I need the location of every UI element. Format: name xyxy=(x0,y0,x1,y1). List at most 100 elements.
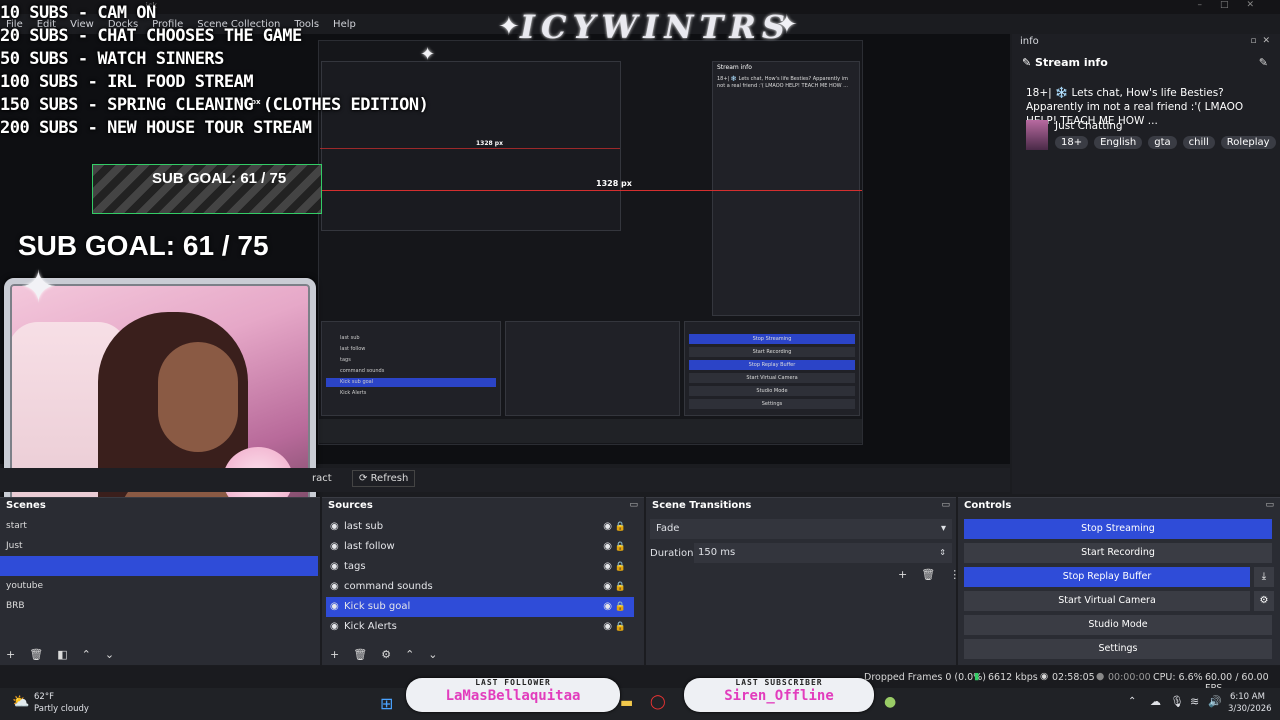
lock-icon[interactable]: 🔒 xyxy=(615,557,626,577)
windows-start-icon[interactable]: ⊞ xyxy=(380,694,393,713)
cpu-usage: CPU: 6.6% xyxy=(1153,672,1203,683)
scene-item-selected[interactable] xyxy=(0,556,318,576)
lock-icon[interactable]: 🔒 xyxy=(615,517,626,537)
visibility-icon[interactable]: ◉ xyxy=(603,617,612,637)
source-item[interactable]: ◉ tags ◉ 🔒 xyxy=(326,557,634,577)
transition-toolbar: + 🗑 ⋮ xyxy=(898,568,960,581)
visibility-icon[interactable]: ◉ xyxy=(603,517,612,537)
source-item[interactable]: ◉ last sub ◉ 🔒 xyxy=(326,517,634,537)
sources-toolbar: + 🗑 ⚙ ⌃ ⌄ xyxy=(330,648,438,661)
add-icon[interactable]: + xyxy=(330,648,339,661)
lock-icon[interactable]: 🔒 xyxy=(615,537,626,557)
last-follower-badge: LAST FOLLOWER LaMasBellaquitaa xyxy=(406,678,620,712)
visibility-icon[interactable]: ◉ xyxy=(603,577,612,597)
add-icon[interactable]: + xyxy=(6,648,15,661)
source-label: Kick sub goal xyxy=(344,601,411,612)
scene-item[interactable]: start xyxy=(0,516,318,536)
ruler-line-small xyxy=(320,148,620,149)
lock-icon[interactable]: 🔒 xyxy=(615,617,626,637)
trash-icon[interactable]: 🗑 xyxy=(353,648,367,661)
source-label: last sub xyxy=(344,521,384,532)
duration-label: Duration xyxy=(650,548,694,559)
down-icon[interactable]: ⌄ xyxy=(105,648,114,661)
transition-select[interactable]: Fade ▾ xyxy=(650,519,952,539)
refresh-button[interactable]: ⟳ Refresh xyxy=(352,470,416,487)
goal-line: 50 SUBS - WATCH SINNERS xyxy=(0,49,224,69)
ruler-label-small: 1328 px xyxy=(476,140,503,147)
stream-info-title: ✎ Stream info xyxy=(1022,56,1108,69)
panel-float-icon[interactable]: ▭ xyxy=(941,500,950,510)
window-controls[interactable]: –□✕ xyxy=(1197,0,1272,10)
stop-streaming-button[interactable]: Stop Streaming xyxy=(964,519,1272,539)
spinner-icon[interactable]: ⇕ xyxy=(939,543,946,563)
status-bar: Dropped Frames 0 (0.0%) ▮ 6612 kbps ◉ 02… xyxy=(0,666,1280,694)
scenes-panel: Scenes start Just youtube BRB + 🗑 ◧ ⌃ ⌄ xyxy=(0,497,320,665)
studio-mode-button[interactable]: Studio Mode xyxy=(964,615,1272,635)
last-subscriber-badge: LAST SUBSCRIBER Siren_Offline xyxy=(684,678,874,712)
tag: 18+ xyxy=(1055,136,1089,149)
nested-statusbar xyxy=(319,419,862,443)
nested-info-title: Stream info xyxy=(717,64,752,71)
tag: English xyxy=(1094,136,1143,149)
source-item[interactable]: ◉ last follow ◉ 🔒 xyxy=(326,537,634,557)
save-replay-icon[interactable]: ⤓ xyxy=(1254,567,1274,587)
last-follower-name: LaMasBellaquitaa xyxy=(445,688,581,704)
interact-button[interactable]: ract xyxy=(312,473,332,484)
duration-input[interactable]: 150 ms ⇕ xyxy=(694,543,952,563)
tray-chevron-icon[interactable]: ⌃ xyxy=(1128,696,1136,707)
file-explorer-icon[interactable]: ▬ xyxy=(620,695,633,711)
scene-item[interactable]: youtube xyxy=(0,576,318,596)
visibility-icon[interactable]: ◉ xyxy=(603,537,612,557)
scene-item[interactable]: BRB xyxy=(0,596,318,616)
stream-info-title-text: Stream info xyxy=(1035,56,1108,69)
volume-icon[interactable]: 🔊 xyxy=(1208,695,1222,708)
filter-icon[interactable]: ◧ xyxy=(57,648,67,661)
trash-icon[interactable]: 🗑 xyxy=(29,648,43,661)
panel-float-icon[interactable]: ▭ xyxy=(629,500,638,510)
dock-float-close-icons[interactable]: ▫✕ xyxy=(1250,36,1276,46)
dropped-frames: Dropped Frames 0 (0.0%) xyxy=(864,672,986,683)
opera-icon[interactable]: ◯ xyxy=(650,694,666,710)
gear-icon[interactable]: ⚙ xyxy=(1254,591,1274,611)
scene-list: start Just youtube BRB xyxy=(0,516,318,616)
up-icon[interactable]: ⌃ xyxy=(82,648,91,661)
stop-replay-buffer-button[interactable]: Stop Replay Buffer xyxy=(964,567,1250,587)
scene-item[interactable]: Just xyxy=(0,536,318,556)
lock-icon[interactable]: 🔒 xyxy=(615,597,626,617)
source-item[interactable]: ◉ Kick Alerts ◉ 🔒 xyxy=(326,617,634,637)
sub-goal-text-big: SUB GOAL: 61 / 75 xyxy=(18,230,269,261)
lock-icon[interactable]: 🔒 xyxy=(615,577,626,597)
edit-pencil-icon[interactable]: ✎ xyxy=(1259,56,1268,69)
last-follower-label: LAST FOLLOWER xyxy=(475,678,551,687)
source-item-selected[interactable]: ◉ Kick sub goal ◉ 🔒 xyxy=(326,597,634,617)
brand-logo: ICYWINTRS xyxy=(520,8,791,46)
panel-float-icon[interactable]: ▭ xyxy=(1265,500,1274,510)
record-icon: ● xyxy=(1096,671,1105,682)
down-icon[interactable]: ⌄ xyxy=(428,648,437,661)
source-label: last follow xyxy=(344,541,395,552)
up-icon[interactable]: ⌃ xyxy=(405,648,414,661)
wifi-icon[interactable]: ≋ xyxy=(1190,695,1199,708)
scenes-toolbar: + 🗑 ◧ ⌃ ⌄ xyxy=(6,648,114,661)
scenes-title: Scenes xyxy=(6,500,46,511)
source-item[interactable]: ◉ command sounds ◉ 🔒 xyxy=(326,577,634,597)
duration-value: 150 ms xyxy=(698,547,736,558)
trash-icon[interactable]: 🗑 xyxy=(921,568,935,581)
sources-title: Sources xyxy=(328,500,373,511)
visibility-icon[interactable]: ◉ xyxy=(603,597,612,617)
visibility-icon[interactable]: ◉ xyxy=(603,557,612,577)
gear-icon[interactable]: ⚙ xyxy=(381,648,391,661)
cloud-icon[interactable]: ☁ xyxy=(1150,695,1161,708)
add-icon[interactable]: + xyxy=(898,568,907,581)
mic-icon[interactable]: 🎙 xyxy=(1170,695,1184,708)
sub-goal-text-small: SUB GOAL: 61 / 75 xyxy=(152,170,287,187)
last-subscriber-name: Siren_Offline xyxy=(724,688,834,704)
transitions-title: Scene Transitions xyxy=(652,500,752,511)
weather-icon[interactable]: ⛅ xyxy=(12,694,29,710)
start-virtual-camera-button[interactable]: Start Virtual Camera xyxy=(964,591,1250,611)
start-recording-button[interactable]: Start Recording xyxy=(964,543,1272,563)
settings-button[interactable]: Settings xyxy=(964,639,1272,659)
goal-line: 150 SUBS - SPRING CLEANING (CLOTHES EDIT… xyxy=(0,95,429,115)
tag: chill xyxy=(1182,136,1215,149)
app-icon[interactable]: ● xyxy=(884,694,896,710)
